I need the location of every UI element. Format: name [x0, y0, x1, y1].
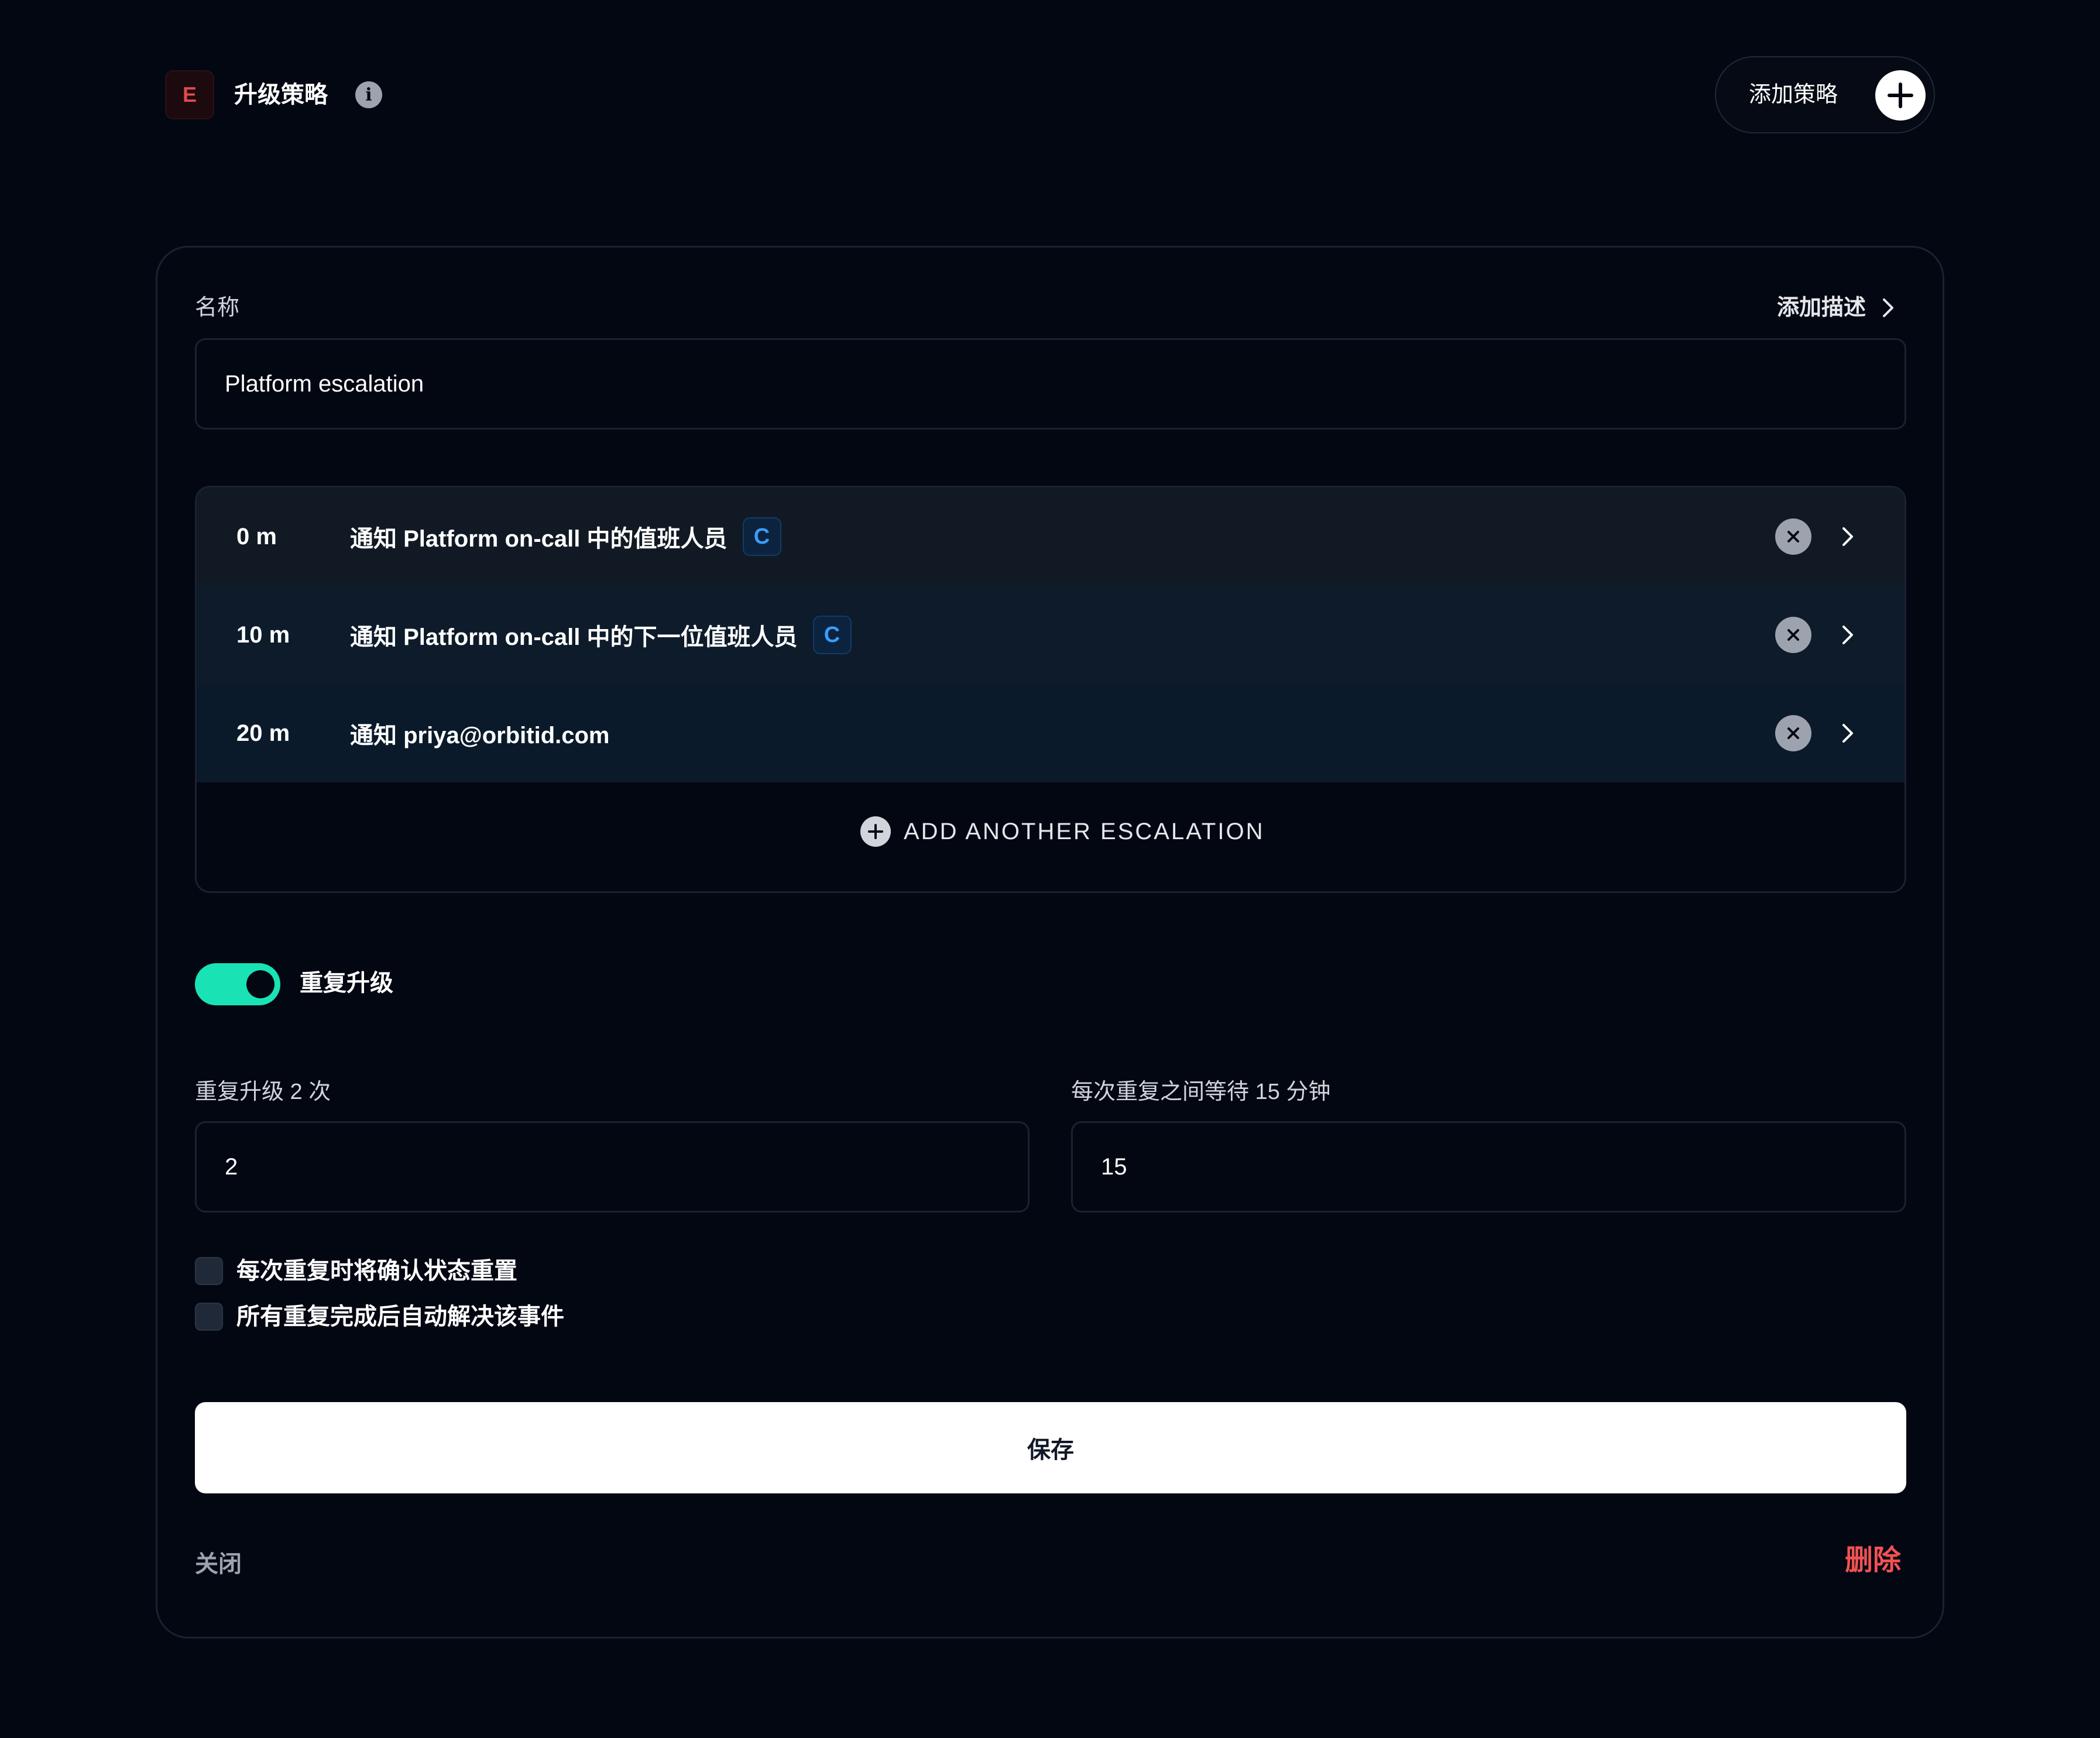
- name-input[interactable]: Platform escalation: [195, 338, 1906, 430]
- repeat-wait-value: 15: [1101, 1153, 1127, 1180]
- add-description-link[interactable]: 添加描述: [1777, 293, 1895, 323]
- info-icon[interactable]: i: [355, 81, 382, 108]
- add-escalation-label: ADD ANOTHER ESCALATION: [904, 818, 1265, 844]
- chevron-right-icon[interactable]: [1835, 722, 1859, 745]
- schedule-badge: C: [742, 517, 781, 556]
- escalation-target-text: 通知 priya@orbitid.com: [350, 723, 610, 748]
- reset-ack-label: 每次重复时将确认状态重置: [236, 1258, 517, 1284]
- name-label: 名称: [195, 296, 240, 320]
- repeat-wait-input[interactable]: 15: [1071, 1121, 1906, 1213]
- remove-escalation-icon[interactable]: [1775, 715, 1811, 751]
- escalation-delay: 0 m: [236, 523, 277, 549]
- add-policy-button[interactable]: 添加策略: [1715, 56, 1935, 133]
- close-button[interactable]: 关闭: [195, 1545, 242, 1579]
- escalation-target: 通知 Platform on-call 中的值班人员 C: [350, 517, 781, 556]
- chevron-right-icon: [1883, 298, 1894, 317]
- escalation-policy-page: E 升级策略 i 添加策略 名称 添加描述 Platform escalatio…: [0, 0, 2100, 1738]
- reset-ack-checkbox[interactable]: [195, 1257, 223, 1285]
- escalation-row[interactable]: 10 m 通知 Platform on-call 中的下一位值班人员 C: [197, 586, 1905, 684]
- name-input-value: Platform escalation: [225, 370, 424, 397]
- repeat-toggle-label: 重复升级: [300, 970, 393, 996]
- escalation-target-text: 通知 Platform on-call 中的值班人员: [350, 526, 728, 552]
- escalation-delay: 20 m: [236, 720, 290, 746]
- add-description-label: 添加描述: [1777, 296, 1866, 320]
- add-policy-label: 添加策略: [1749, 83, 1838, 107]
- escalation-target: 通知 priya@orbitid.com: [350, 716, 610, 750]
- repeat-count-input[interactable]: 2: [195, 1121, 1030, 1213]
- remove-escalation-icon[interactable]: [1775, 617, 1811, 653]
- save-button[interactable]: 保存: [195, 1402, 1906, 1493]
- remove-escalation-icon[interactable]: [1775, 518, 1811, 555]
- chevron-right-icon[interactable]: [1835, 525, 1859, 548]
- escalation-target: 通知 Platform on-call 中的下一位值班人员 C: [350, 616, 852, 654]
- repeat-toggle[interactable]: [195, 963, 280, 1005]
- escalation-row[interactable]: 20 m 通知 priya@orbitid.com: [197, 684, 1905, 782]
- auto-resolve-label: 所有重复完成后自动解决该事件: [236, 1304, 564, 1330]
- plus-icon: [1875, 70, 1926, 121]
- plus-circle-icon: [860, 816, 891, 847]
- chevron-right-icon[interactable]: [1835, 623, 1859, 647]
- toggle-knob: [246, 970, 274, 998]
- page-title: 升级策略: [234, 82, 328, 108]
- delete-button[interactable]: 删除: [1845, 1537, 1901, 1578]
- schedule-badge: C: [812, 616, 852, 654]
- escalation-delay: 10 m: [236, 621, 290, 648]
- policy-badge-letter: E: [182, 83, 197, 107]
- auto-resolve-checkbox[interactable]: [195, 1303, 223, 1331]
- repeat-count-value: 2: [225, 1153, 238, 1180]
- repeat-count-label: 重复升级 2 次: [195, 1080, 331, 1104]
- escalation-row[interactable]: 0 m 通知 Platform on-call 中的值班人员 C: [197, 487, 1905, 586]
- escalation-target-text: 通知 Platform on-call 中的下一位值班人员: [350, 624, 798, 650]
- repeat-wait-label: 每次重复之间等待 15 分钟: [1071, 1080, 1331, 1104]
- policy-badge: E: [165, 70, 214, 119]
- add-escalation-button[interactable]: ADD ANOTHER ESCALATION: [860, 816, 1264, 847]
